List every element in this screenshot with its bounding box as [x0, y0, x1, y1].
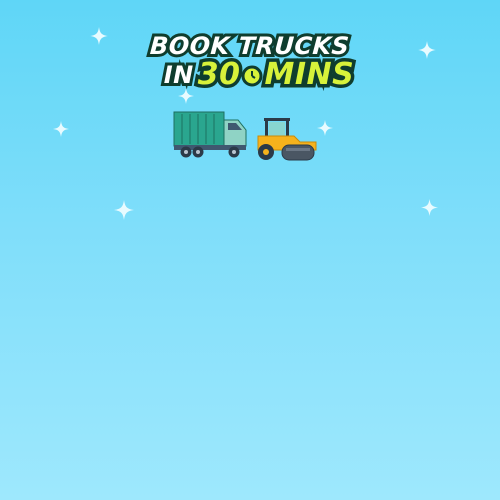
headline: BOOK TRUCKS IN 30 MINS [0, 29, 500, 93]
headline-in: IN [161, 60, 197, 90]
headline-line2: IN 30 MINS [18, 56, 500, 93]
promo-banner: BOOK TRUCKS IN 30 MINS [0, 0, 500, 500]
headline-number: 30 [194, 56, 243, 93]
sparkle-icon [53, 121, 69, 137]
road-roller-icon [257, 118, 317, 161]
vehicles-illustration [170, 108, 320, 168]
headline-unit: MINS [261, 56, 357, 93]
headline-line1: BOOK TRUCKS [146, 29, 353, 63]
clock-icon [241, 62, 263, 88]
sparkle-icon [114, 200, 134, 220]
sparkle-icon [421, 199, 438, 216]
truck-icon [173, 111, 247, 158]
sparkle-icon [178, 88, 194, 104]
